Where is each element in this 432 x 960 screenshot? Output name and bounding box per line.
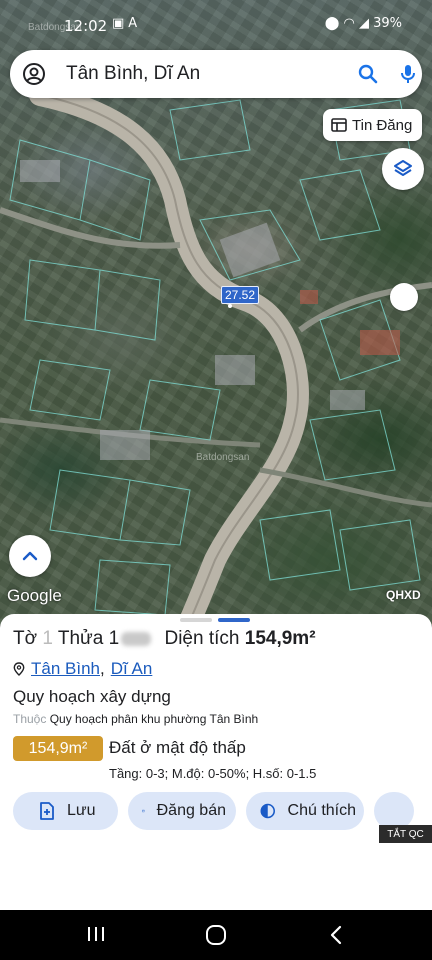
main-road [29,84,309,625]
home-icon[interactable] [205,924,227,946]
sheet-handle[interactable] [180,618,250,622]
status-time: 12:02 [64,17,108,35]
google-attribution: Google [7,586,62,605]
signal-icon: ◢ [358,16,369,31]
search-icon[interactable] [356,62,380,86]
parcel-info-sheet[interactable]: Tờ 1 Thửa 1 Diện tích 154,9m² Tân Bình ,… [0,614,432,910]
gallery-icon: ▣ [112,16,129,31]
location-icon: ⬤ [324,16,340,31]
plan-heading: Quy hoạch xây dựng [13,687,171,706]
location-separator: , [100,659,105,678]
save-label: Lưu [67,802,96,819]
layers-icon [394,160,412,176]
mic-icon[interactable] [396,62,420,86]
sheet-handle-bar-active [218,618,250,622]
tin-dang-button[interactable]: Tin Đăng [323,109,423,141]
parcel-title: Tờ 1 Thửa 1 Diện tích 154,9m² [13,628,316,650]
map-marker-dot [228,304,232,308]
contrast-icon [260,803,275,819]
title-prefix: Tờ [13,628,38,649]
plan-name: Quy hoạch phân khu phường Tân Bình [49,712,259,726]
plan-subtitle: Thuộc Quy hoạch phân khu phường Tân Bình [13,712,258,726]
location-row: Tân Bình , Dĩ An [13,659,152,679]
action-row: Lưu Đăng bán Chú thích [13,792,414,830]
land-type: Đất ở mật độ thấp [109,738,246,757]
post-sale-button[interactable]: Đăng bán [128,792,236,830]
search-query[interactable]: Tân Bình, Dĩ An [66,63,200,85]
account-icon[interactable] [22,62,46,86]
save-button[interactable]: Lưu [13,792,118,830]
back-icon[interactable] [328,924,344,946]
map-marker-label[interactable]: 27.52 [221,286,260,304]
tin-dang-label: Tin Đăng [352,116,413,134]
redacted-plot-number [121,631,152,646]
disable-ads-button[interactable]: TẮT QC [379,825,432,843]
title-plot-no-hidden: 1 [108,628,120,649]
ward-link[interactable]: Tân Bình [31,659,100,679]
legend-button[interactable]: Chú thích [246,792,364,830]
notification-icon: A [128,16,142,31]
status-bar: 12:02 ▣A ⬤ ◠ ◢ 39% [0,0,432,44]
legend-label: Chú thích [287,802,356,819]
search-bar[interactable]: Tân Bình, Dĩ An [10,50,422,98]
status-right-icons: ⬤ ◠ ◢ 39% [325,16,402,31]
layers-button[interactable] [382,148,424,190]
chevron-up-icon [22,551,38,561]
title-area-value: 154,9m² [244,628,316,649]
battery-level: 39% [373,16,402,31]
plan-of-label: Thuộc [13,712,47,726]
status-left-icons: ▣A [112,16,141,31]
title-plot-label: Thửa [57,628,104,649]
zoning-spec: Tầng: 0-3; M.độ: 0-50%; H.số: 0-1.5 [109,766,317,781]
map-watermark: Batdongsan [196,452,250,463]
area-badge: 154,9m² [13,736,103,761]
title-area-label: Diện tích [164,628,240,649]
post-sale-label: Đăng bán [156,802,226,819]
recents-icon[interactable] [86,924,106,944]
sheet-handle-bar [180,618,212,622]
city-link[interactable]: Dĩ An [111,659,153,679]
bookmark-add-icon [40,802,54,820]
layer-code-label: QHXD [386,588,421,602]
expand-up-button[interactable] [9,535,51,577]
system-nav-bar [0,910,432,960]
listing-icon [142,809,145,813]
title-sheet-no-hidden: 1 [42,628,53,649]
wifi-icon: ◠ [343,16,355,31]
listing-icon [331,118,347,132]
pin-icon [13,662,25,676]
map-dot-button[interactable] [390,283,418,311]
